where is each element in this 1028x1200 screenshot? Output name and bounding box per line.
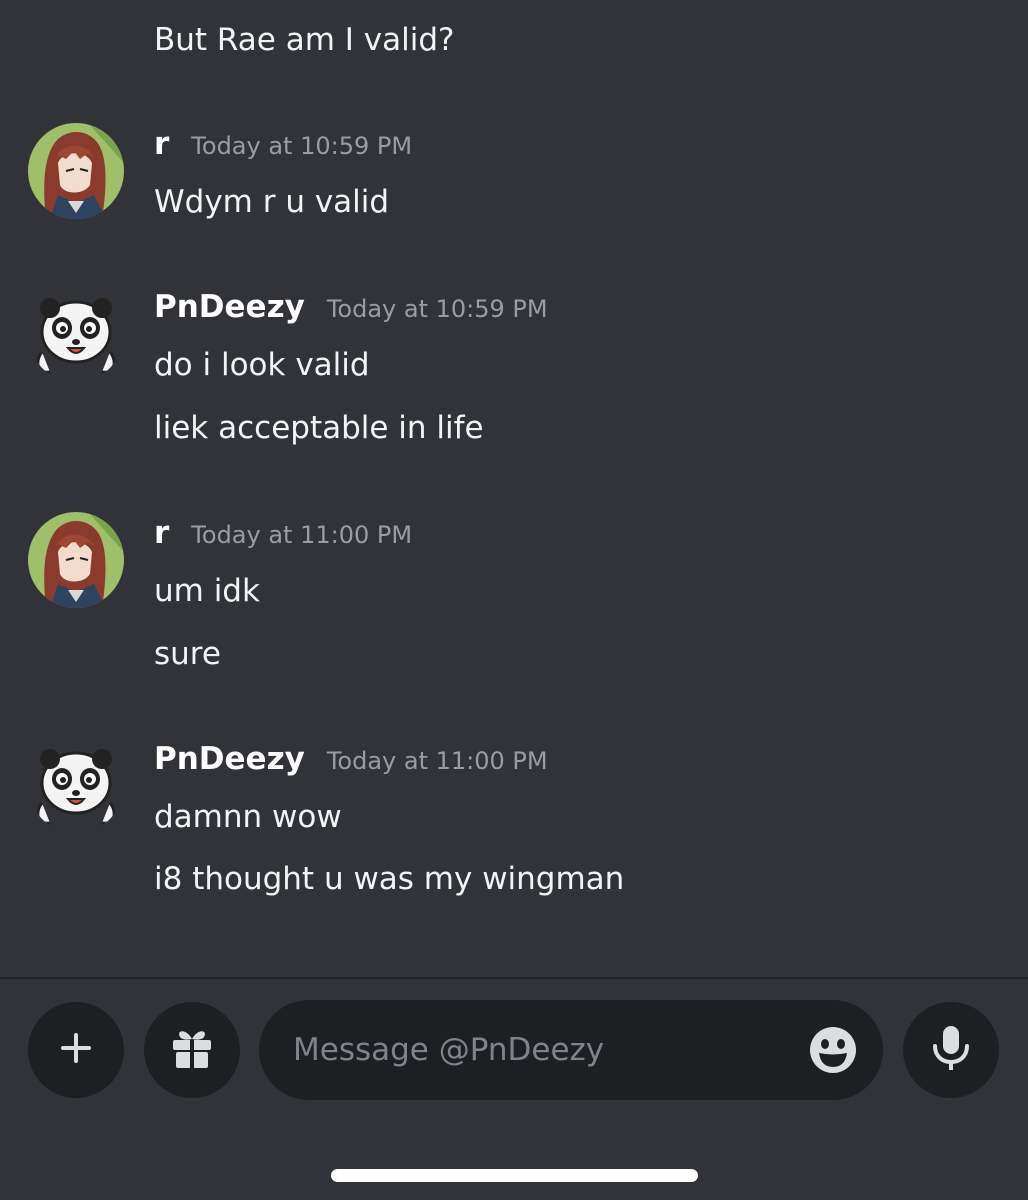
user-avatar-pndeezy[interactable] xyxy=(28,737,124,833)
timestamp: Today at 11:00 PM xyxy=(191,521,413,549)
home-indicator[interactable] xyxy=(331,1169,698,1182)
message-header: r Today at 11:00 PM xyxy=(154,515,412,551)
message-list: But Rae am I valid? r Today at 10:59 PM … xyxy=(0,0,1028,978)
message-line: i8 thought u was my wingman xyxy=(154,861,625,897)
username[interactable]: r xyxy=(154,126,169,162)
message-header: PnDeezy Today at 10:59 PM xyxy=(154,289,548,325)
username[interactable]: PnDeezy xyxy=(154,741,305,777)
microphone-icon xyxy=(929,1024,973,1076)
voice-message-button[interactable] xyxy=(903,1002,999,1098)
username[interactable]: r xyxy=(154,515,169,551)
username[interactable]: PnDeezy xyxy=(154,289,305,325)
message-line: liek acceptable in life xyxy=(154,410,484,446)
message-line: sure xyxy=(154,636,221,672)
gift-icon xyxy=(168,1024,216,1076)
user-avatar-pndeezy[interactable] xyxy=(28,286,124,382)
message-line: Wdym r u valid xyxy=(154,184,390,220)
user-avatar-r[interactable] xyxy=(28,123,124,219)
add-attachment-button[interactable] xyxy=(28,1002,124,1098)
message-line: do i look valid xyxy=(154,347,370,383)
timestamp: Today at 10:59 PM xyxy=(191,132,413,160)
user-avatar-r[interactable] xyxy=(28,512,124,608)
message-header: PnDeezy Today at 11:00 PM xyxy=(154,741,548,777)
message-line: But Rae am I valid? xyxy=(154,22,455,58)
timestamp: Today at 11:00 PM xyxy=(326,747,548,775)
plus-icon xyxy=(58,1030,94,1070)
message-header: r Today at 10:59 PM xyxy=(154,126,412,162)
timestamp: Today at 10:59 PM xyxy=(326,295,548,323)
message-line: damnn wow xyxy=(154,799,342,835)
gift-button[interactable] xyxy=(144,1002,240,1098)
message-line: um idk xyxy=(154,573,260,609)
message-input-placeholder: Message @PnDeezy xyxy=(293,1032,605,1068)
message-input[interactable]: Message @PnDeezy xyxy=(259,1000,883,1100)
emoji-icon[interactable] xyxy=(809,1026,857,1074)
